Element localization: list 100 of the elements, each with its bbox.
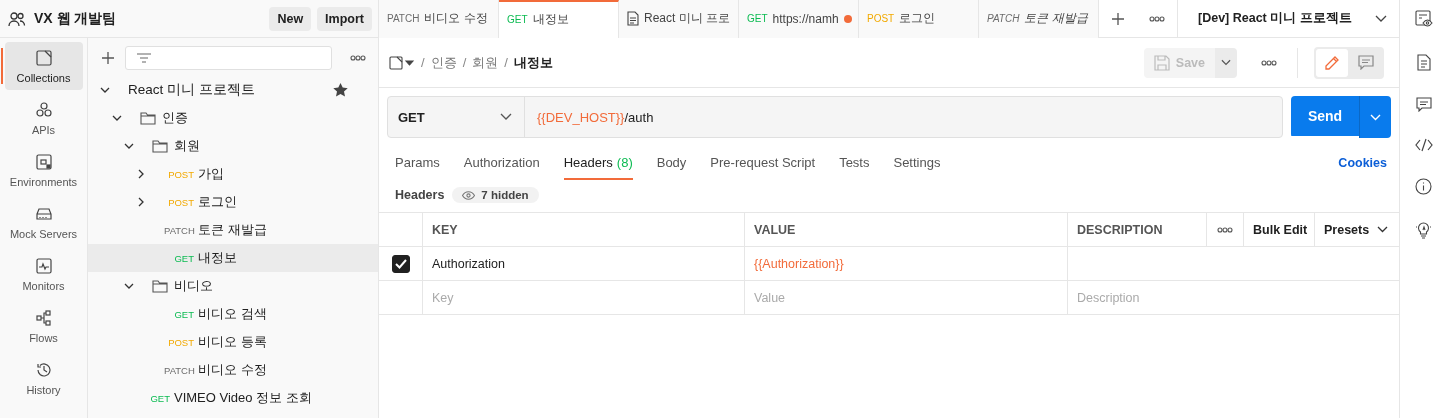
tree-item-name: 비디오 [174,277,214,295]
more-icon[interactable] [1261,59,1277,66]
method-label: PATCH [164,224,194,236]
tree-item[interactable]: PATCH 비디오 수정 [88,356,378,384]
request-tab[interactable]: React 미니 프로 [619,0,739,38]
circles-icon [34,100,53,119]
chevron-down-icon [1370,113,1381,121]
request-tab[interactable]: PATCH 비디오 수정 [379,0,499,38]
eye-icon [462,190,476,200]
tree-item[interactable]: 비디오 [88,272,378,300]
folder-icon [152,139,168,153]
method-label: PATCH [164,364,194,376]
workspace-button[interactable]: Import [317,6,372,31]
tree-item[interactable]: 인증 [88,104,378,132]
sidebar-nav-item[interactable]: Mock Servers [4,198,83,246]
breadcrumb-item[interactable]: 회원 [472,53,499,72]
request-section-tab[interactable]: Pre-request Script [710,146,816,180]
sidebar-nav-item[interactable]: APIs [4,94,83,142]
sidebar-nav-item[interactable]: Flows [4,302,83,350]
send-dropdown-button[interactable] [1359,96,1391,138]
presets-dropdown[interactable]: Presets [1315,213,1399,246]
history-icon [34,360,53,379]
sidebar-nav-item[interactable]: Monitors [4,250,83,298]
unsaved-dot [843,14,852,23]
environment-icon [34,152,53,171]
tree-item[interactable]: 회원 [88,132,378,160]
bulk-edit-button[interactable]: Bulk Edit [1244,213,1315,246]
chevron-down-icon[interactable] [124,141,134,151]
environment-select[interactable]: [Dev] React 미니 프로젝트 [1177,0,1399,38]
request-section-tab[interactable]: Authorization [463,146,540,180]
tree-item[interactable]: POST 비디오 등록 [88,328,378,356]
chevron-right-icon[interactable] [136,169,146,179]
code-icon[interactable] [1414,138,1433,152]
request-section-tab[interactable]: Headers (8) [563,146,633,180]
chevron-down-icon[interactable] [124,281,134,291]
workspace-button[interactable]: New [269,6,312,31]
environment-quick-look-icon[interactable] [1414,10,1433,28]
cookies-link[interactable]: Cookies [1338,156,1387,170]
info-icon[interactable] [1415,178,1432,195]
filter-field[interactable] [125,46,332,70]
pencil-icon [1324,54,1340,71]
comment-icon [1358,55,1374,70]
chevron-right-icon[interactable] [136,197,146,207]
tree-item[interactable]: POST 가입 [88,160,378,188]
method-label: POST [167,168,194,180]
tree-item-name: VIMEO Video 정보 조회 [174,389,313,407]
flow-icon [34,308,53,327]
add-tab-icon[interactable] [1111,11,1125,26]
comment-icon[interactable] [1415,97,1432,112]
tree-item-name: 내정보 [198,249,238,267]
request-tab[interactable]: GET 내정보 [499,0,619,38]
breadcrumb-separator: / [504,55,508,70]
save-dropdown-button[interactable] [1215,47,1237,78]
sidebar-nav-item[interactable]: Collections [4,42,83,90]
request-section-tab[interactable]: Tests [839,146,870,180]
workspace-name: VX 웹 개발팀 [34,9,118,28]
tree-item-name: 인증 [162,109,189,127]
folder-icon [140,111,156,125]
more-icon[interactable] [1217,226,1233,233]
more-icon[interactable] [1149,15,1165,22]
request-section-tab[interactable]: Params [395,146,440,180]
send-button[interactable]: Send [1291,96,1359,136]
monitor-icon [34,256,53,275]
tree-item[interactable]: GET VIMEO Video 정보 조회 [88,384,378,412]
tree-item[interactable]: GET 비디오 검색 [88,300,378,328]
tree-item[interactable]: GET 내정보 [88,244,378,272]
sidebar-nav-item[interactable]: History [4,354,83,402]
tree-item-name: 비디오 수정 [198,361,268,379]
chevron-down-icon [1375,14,1387,23]
value-field[interactable]: Value [754,290,1058,305]
lightbulb-icon[interactable] [1415,221,1432,239]
chevron-down-icon[interactable] [100,85,110,95]
chevron-down-icon [1377,226,1389,233]
description-field[interactable]: Description [1077,290,1390,305]
request-tab[interactable]: POST 로그인 [859,0,979,38]
sidebar-nav-item[interactable]: Environments [4,146,83,194]
breadcrumb-item[interactable]: 인증 [430,53,457,72]
edit-mode-button[interactable] [1316,48,1348,77]
chevron-down-icon[interactable] [112,113,122,123]
column-header: KEY [423,213,745,246]
request-tab[interactable]: GET https://namh [739,0,859,38]
method-label: GET [173,308,194,320]
tree-item[interactable]: POST 로그인 [88,188,378,216]
tree-item[interactable]: React 미니 프로젝트 [88,76,378,104]
breadcrumb-item: 내정보 [513,53,553,72]
checkbox[interactable] [391,254,410,273]
tree-item-name: 비디오 검색 [198,305,268,323]
key-field[interactable]: Key [432,290,735,305]
hidden-headers-toggle[interactable]: 7 hidden [452,187,539,203]
request-tab[interactable]: PATCH 토큰 재발급 [979,0,1099,38]
documentation-icon[interactable] [1416,54,1431,71]
request-section-tab[interactable]: Settings [893,146,941,180]
collection-icon[interactable] [389,55,415,70]
column-header: DESCRIPTION [1068,213,1207,246]
more-icon[interactable] [350,55,366,61]
filter-icon [136,52,152,64]
star-icon[interactable] [333,83,348,97]
request-section-tab[interactable]: Body [656,146,687,180]
add-icon[interactable] [101,51,115,65]
tree-item[interactable]: PATCH 토큰 재발급 [88,216,378,244]
